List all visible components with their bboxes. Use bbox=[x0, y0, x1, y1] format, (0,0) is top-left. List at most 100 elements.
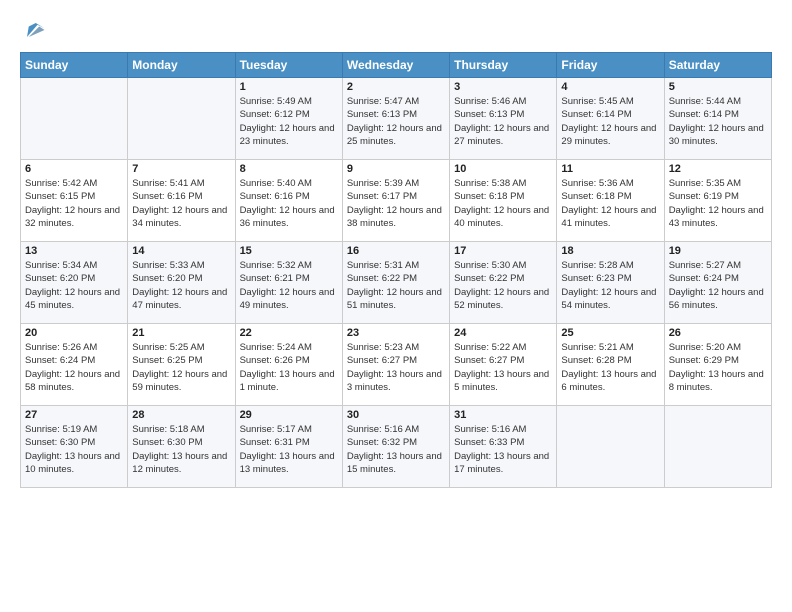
day-number: 26 bbox=[669, 327, 767, 339]
day-info: Sunrise: 5:32 AM Sunset: 6:21 PM Dayligh… bbox=[240, 259, 338, 312]
day-of-week-header: Monday bbox=[128, 53, 235, 78]
day-info: Sunrise: 5:39 AM Sunset: 6:17 PM Dayligh… bbox=[347, 177, 445, 230]
day-info: Sunrise: 5:34 AM Sunset: 6:20 PM Dayligh… bbox=[25, 259, 123, 312]
day-of-week-header: Sunday bbox=[21, 53, 128, 78]
day-info: Sunrise: 5:27 AM Sunset: 6:24 PM Dayligh… bbox=[669, 259, 767, 312]
day-number: 22 bbox=[240, 327, 338, 339]
day-of-week-header: Saturday bbox=[664, 53, 771, 78]
day-info: Sunrise: 5:41 AM Sunset: 6:16 PM Dayligh… bbox=[132, 177, 230, 230]
calendar-cell: 14Sunrise: 5:33 AM Sunset: 6:20 PM Dayli… bbox=[128, 242, 235, 324]
day-info: Sunrise: 5:16 AM Sunset: 6:32 PM Dayligh… bbox=[347, 423, 445, 476]
day-info: Sunrise: 5:23 AM Sunset: 6:27 PM Dayligh… bbox=[347, 341, 445, 394]
day-number: 10 bbox=[454, 163, 552, 175]
calendar-cell: 29 Sunrise: 5:17 AM Sunset: 6:31 PM Dayli… bbox=[235, 406, 342, 488]
day-number: 29 bbox=[240, 409, 338, 421]
day-of-week-header: Friday bbox=[557, 53, 664, 78]
calendar-cell: 4 Sunrise: 5:45 AM Sunset: 6:14 PM Daylig… bbox=[557, 78, 664, 160]
day-number: 17 bbox=[454, 245, 552, 257]
calendar-cell: 6 Sunrise: 5:42 AM Sunset: 6:15 PM Daylig… bbox=[21, 160, 128, 242]
day-info: Sunrise: 5:36 AM Sunset: 6:18 PM Dayligh… bbox=[561, 177, 659, 230]
day-info: Sunrise: 5:42 AM Sunset: 6:15 PM Dayligh… bbox=[25, 177, 123, 230]
day-number: 12 bbox=[669, 163, 767, 175]
day-number: 6 bbox=[25, 163, 123, 175]
day-number: 7 bbox=[132, 163, 230, 175]
calendar-cell: 21 Sunrise: 5:25 AM Sunset: 6:25 PM Dayli… bbox=[128, 324, 235, 406]
calendar-cell: 9 Sunrise: 5:39 AM Sunset: 6:17 PM Daylig… bbox=[342, 160, 449, 242]
day-number: 21 bbox=[132, 327, 230, 339]
day-number: 15 bbox=[240, 245, 338, 257]
calendar-cell: 3Sunrise: 5:46 AM Sunset: 6:13 PM Daylig… bbox=[450, 78, 557, 160]
calendar-cell: 18 Sunrise: 5:28 AM Sunset: 6:23 PM Dayli… bbox=[557, 242, 664, 324]
day-info: Sunrise: 5:18 AM Sunset: 6:30 PM Dayligh… bbox=[132, 423, 230, 476]
day-info: Sunrise: 5:17 AM Sunset: 6:31 PM Dayligh… bbox=[240, 423, 338, 476]
calendar-cell: 16 Sunrise: 5:31 AM Sunset: 6:22 PM Dayli… bbox=[342, 242, 449, 324]
logo-bird-icon bbox=[20, 16, 48, 44]
day-info: Sunrise: 5:31 AM Sunset: 6:22 PM Dayligh… bbox=[347, 259, 445, 312]
calendar-cell bbox=[664, 406, 771, 488]
day-info: Sunrise: 5:40 AM Sunset: 6:16 PM Dayligh… bbox=[240, 177, 338, 230]
day-info: Sunrise: 5:47 AM Sunset: 6:13 PM Dayligh… bbox=[347, 95, 445, 148]
day-number: 4 bbox=[561, 81, 659, 93]
calendar-cell: 27 Sunrise: 5:19 AM Sunset: 6:30 PM Dayli… bbox=[21, 406, 128, 488]
day-number: 20 bbox=[25, 327, 123, 339]
day-info: Sunrise: 5:16 AM Sunset: 6:33 PM Dayligh… bbox=[454, 423, 552, 476]
calendar-cell bbox=[21, 78, 128, 160]
calendar-cell: 20 Sunrise: 5:26 AM Sunset: 6:24 PM Dayli… bbox=[21, 324, 128, 406]
day-info: Sunrise: 5:21 AM Sunset: 6:28 PM Dayligh… bbox=[561, 341, 659, 394]
day-info: Sunrise: 5:19 AM Sunset: 6:30 PM Dayligh… bbox=[25, 423, 123, 476]
calendar-cell: 13 Sunrise: 5:34 AM Sunset: 6:20 PM Dayli… bbox=[21, 242, 128, 324]
calendar-cell: 31 Sunrise: 5:16 AM Sunset: 6:33 PM Dayli… bbox=[450, 406, 557, 488]
calendar-week-row: 1Sunrise: 5:49 AM Sunset: 6:12 PM Daylig… bbox=[21, 78, 772, 160]
calendar-cell: 1Sunrise: 5:49 AM Sunset: 6:12 PM Daylig… bbox=[235, 78, 342, 160]
day-of-week-header: Thursday bbox=[450, 53, 557, 78]
day-number: 25 bbox=[561, 327, 659, 339]
day-info: Sunrise: 5:30 AM Sunset: 6:22 PM Dayligh… bbox=[454, 259, 552, 312]
calendar-cell: 15 Sunrise: 5:32 AM Sunset: 6:21 PM Dayli… bbox=[235, 242, 342, 324]
day-number: 5 bbox=[669, 81, 767, 93]
page: SundayMondayTuesdayWednesdayThursdayFrid… bbox=[0, 0, 792, 612]
calendar: SundayMondayTuesdayWednesdayThursdayFrid… bbox=[20, 52, 772, 488]
day-number: 19 bbox=[669, 245, 767, 257]
day-info: Sunrise: 5:44 AM Sunset: 6:14 PM Dayligh… bbox=[669, 95, 767, 148]
header bbox=[20, 16, 772, 44]
day-number: 23 bbox=[347, 327, 445, 339]
day-number: 8 bbox=[240, 163, 338, 175]
day-info: Sunrise: 5:20 AM Sunset: 6:29 PM Dayligh… bbox=[669, 341, 767, 394]
calendar-cell: 28 Sunrise: 5:18 AM Sunset: 6:30 PM Dayli… bbox=[128, 406, 235, 488]
day-number: 16 bbox=[347, 245, 445, 257]
day-number: 31 bbox=[454, 409, 552, 421]
day-number: 30 bbox=[347, 409, 445, 421]
calendar-cell: 10 Sunrise: 5:38 AM Sunset: 6:18 PM Dayli… bbox=[450, 160, 557, 242]
day-number: 27 bbox=[25, 409, 123, 421]
calendar-cell: 7 Sunrise: 5:41 AM Sunset: 6:16 PM Daylig… bbox=[128, 160, 235, 242]
calendar-header-row: SundayMondayTuesdayWednesdayThursdayFrid… bbox=[21, 53, 772, 78]
calendar-cell: 22Sunrise: 5:24 AM Sunset: 6:26 PM Dayli… bbox=[235, 324, 342, 406]
calendar-cell: 12 Sunrise: 5:35 AM Sunset: 6:19 PM Dayli… bbox=[664, 160, 771, 242]
calendar-cell bbox=[128, 78, 235, 160]
day-info: Sunrise: 5:35 AM Sunset: 6:19 PM Dayligh… bbox=[669, 177, 767, 230]
day-number: 9 bbox=[347, 163, 445, 175]
calendar-cell bbox=[557, 406, 664, 488]
day-info: Sunrise: 5:38 AM Sunset: 6:18 PM Dayligh… bbox=[454, 177, 552, 230]
calendar-week-row: 13 Sunrise: 5:34 AM Sunset: 6:20 PM Dayli… bbox=[21, 242, 772, 324]
day-of-week-header: Wednesday bbox=[342, 53, 449, 78]
day-of-week-header: Tuesday bbox=[235, 53, 342, 78]
day-number: 24 bbox=[454, 327, 552, 339]
calendar-week-row: 6 Sunrise: 5:42 AM Sunset: 6:15 PM Daylig… bbox=[21, 160, 772, 242]
calendar-cell: 26 Sunrise: 5:20 AM Sunset: 6:29 PM Dayli… bbox=[664, 324, 771, 406]
day-info: Sunrise: 5:25 AM Sunset: 6:25 PM Dayligh… bbox=[132, 341, 230, 394]
logo bbox=[20, 16, 52, 44]
calendar-week-row: 20 Sunrise: 5:26 AM Sunset: 6:24 PM Dayli… bbox=[21, 324, 772, 406]
day-info: Sunrise: 5:45 AM Sunset: 6:14 PM Dayligh… bbox=[561, 95, 659, 148]
calendar-cell: 23 Sunrise: 5:23 AM Sunset: 6:27 PM Dayli… bbox=[342, 324, 449, 406]
day-info: Sunrise: 5:22 AM Sunset: 6:27 PM Dayligh… bbox=[454, 341, 552, 394]
day-info: Sunrise: 5:26 AM Sunset: 6:24 PM Dayligh… bbox=[25, 341, 123, 394]
calendar-cell: 24 Sunrise: 5:22 AM Sunset: 6:27 PM Dayli… bbox=[450, 324, 557, 406]
day-number: 13 bbox=[25, 245, 123, 257]
day-info: Sunrise: 5:28 AM Sunset: 6:23 PM Dayligh… bbox=[561, 259, 659, 312]
day-number: 11 bbox=[561, 163, 659, 175]
day-info: Sunrise: 5:33 AM Sunset: 6:20 PM Dayligh… bbox=[132, 259, 230, 312]
day-number: 18 bbox=[561, 245, 659, 257]
day-info: Sunrise: 5:49 AM Sunset: 6:12 PM Dayligh… bbox=[240, 95, 338, 148]
day-number: 28 bbox=[132, 409, 230, 421]
